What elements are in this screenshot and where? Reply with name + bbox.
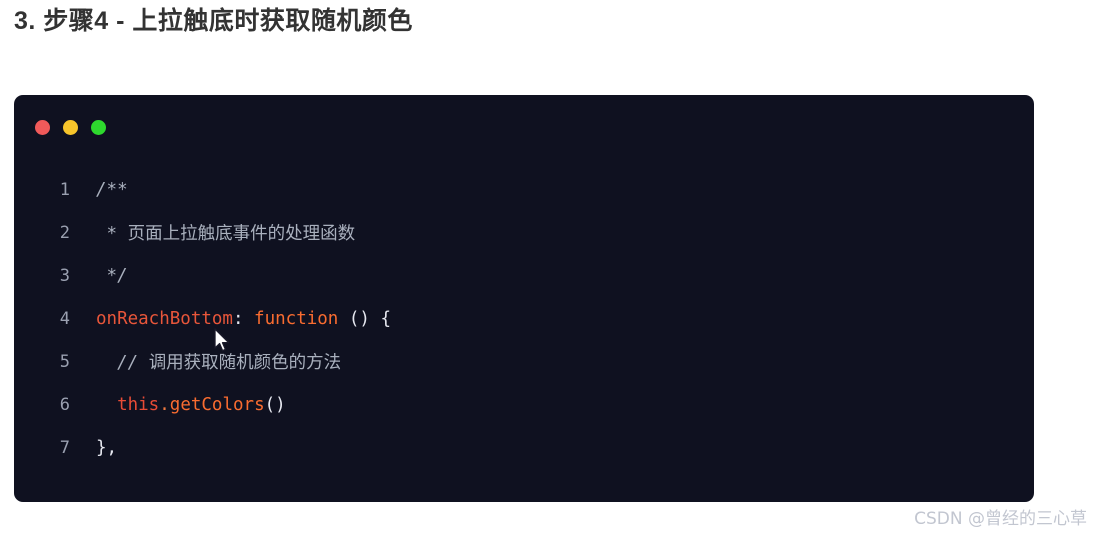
code-line-content[interactable]: }, bbox=[82, 438, 1034, 458]
code-token-kw: function bbox=[254, 308, 339, 329]
minimize-dot-icon[interactable] bbox=[63, 120, 78, 135]
code-line: 2 * 页面上拉触底事件的处理函数 bbox=[14, 211, 1034, 254]
line-number: 6 bbox=[59, 394, 70, 415]
code-token-comment: /** bbox=[96, 179, 128, 200]
code-block-card: 1/** 2 * 页面上拉触底事件的处理函数 3 */4 onReachBottom:… bbox=[14, 95, 1034, 502]
code-token-prop: onReachBottom bbox=[96, 308, 233, 329]
code-token-comment-cn: 页面上拉触底事件的处理函数 bbox=[127, 224, 356, 244]
code-line: 3 */ bbox=[14, 254, 1034, 297]
code-token-punct: : bbox=[232, 308, 255, 329]
line-number: 3 bbox=[59, 265, 70, 286]
code-line-content[interactable]: * 页面上拉触底事件的处理函数 bbox=[82, 220, 1034, 245]
code-line-content[interactable]: /** bbox=[82, 180, 1034, 200]
code-line-content[interactable]: */ bbox=[82, 266, 1034, 286]
code-line: 5 // 调用获取随机颜色的方法 bbox=[14, 340, 1034, 383]
close-dot-icon[interactable] bbox=[35, 120, 50, 135]
code-line-content[interactable]: this.getColors() bbox=[82, 395, 1034, 415]
line-number: 1 bbox=[59, 179, 70, 200]
code-line: 6 this.getColors() bbox=[14, 383, 1034, 426]
code-line: 7}, bbox=[14, 426, 1034, 469]
watermark: CSDN @曾经的三心草 bbox=[914, 509, 1087, 529]
window-controls bbox=[35, 120, 106, 135]
maximize-dot-icon[interactable] bbox=[91, 120, 106, 135]
code-token-this: this bbox=[117, 394, 160, 415]
code-token-punct bbox=[96, 395, 117, 415]
code-line: 4 onReachBottom: function () { bbox=[14, 297, 1034, 340]
code-token-comment: // bbox=[96, 353, 149, 373]
code-token-method: getColors bbox=[169, 394, 265, 415]
code-line-content[interactable]: // 调用获取随机颜色的方法 bbox=[82, 349, 1034, 374]
page-title: 3. 步骤4 - 上拉触底时获取随机颜色 bbox=[14, 7, 413, 35]
code-line-content[interactable]: onReachBottom: function () { bbox=[82, 309, 1034, 329]
code-line: 1 /** bbox=[14, 168, 1034, 211]
code-token-comment: */ bbox=[96, 265, 128, 286]
line-number: 7 bbox=[59, 437, 70, 458]
code-content: 1/** 2 * 页面上拉触底事件的处理函数 3 */4 onReachBottom:… bbox=[14, 168, 1034, 502]
line-number: 4 bbox=[59, 308, 70, 329]
code-token-punct: }, bbox=[96, 437, 118, 458]
line-number: 2 bbox=[59, 222, 70, 243]
code-token-comment: * bbox=[96, 224, 128, 244]
code-token-dot: . bbox=[159, 394, 170, 415]
code-token-punct: () { bbox=[338, 308, 392, 329]
line-number: 5 bbox=[59, 351, 70, 372]
code-token-punct: () bbox=[264, 394, 286, 415]
code-token-comment-cn: 调用获取随机颜色的方法 bbox=[148, 353, 342, 373]
